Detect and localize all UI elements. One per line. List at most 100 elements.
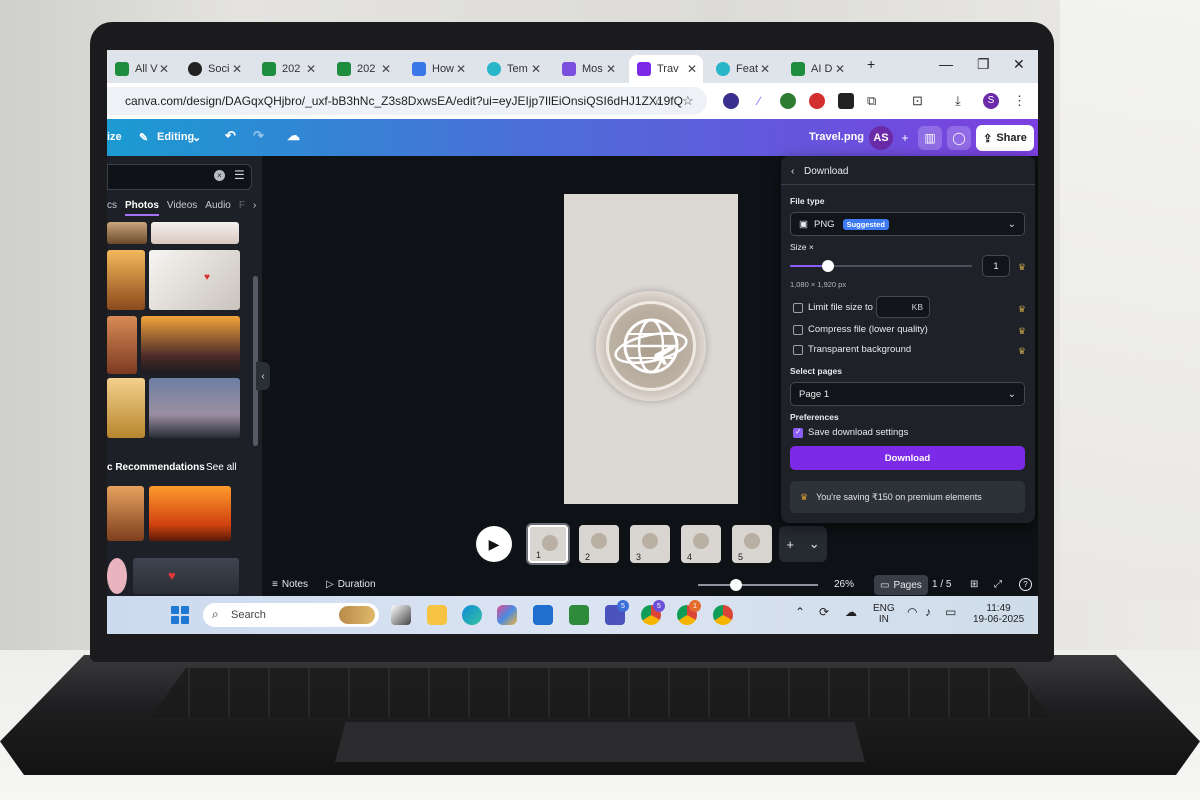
battery-icon[interactable]: ▭ <box>945 606 956 618</box>
help-button[interactable]: ? <box>1019 578 1032 591</box>
photo-thumbnail[interactable] <box>107 316 137 374</box>
extension-shield-icon[interactable] <box>723 93 739 109</box>
close-icon[interactable]: ✕ <box>232 62 242 76</box>
language-indicator[interactable]: ENG IN <box>873 603 895 625</box>
edge-icon[interactable] <box>462 605 482 625</box>
photo-thumbnail[interactable] <box>107 222 147 244</box>
travel-badge-graphic[interactable] <box>596 291 706 401</box>
photo-thumbnail-book[interactable]: ♥ <box>149 250 240 310</box>
pages-button[interactable]: ▭ Pages <box>874 575 928 595</box>
extensions-puzzle-icon[interactable]: ⧉ <box>867 93 883 109</box>
profile-avatar[interactable]: S <box>983 93 999 109</box>
browser-tab[interactable]: Mos ✕ <box>554 55 622 83</box>
close-icon[interactable]: ✕ <box>760 62 770 76</box>
share-button[interactable]: ⇪ Share <box>976 125 1034 151</box>
photo-thumbnail[interactable] <box>107 250 145 310</box>
resize-button[interactable]: ize <box>107 131 122 143</box>
tab-photos[interactable]: Photos <box>125 200 159 216</box>
tab-graphics[interactable]: cs <box>107 200 117 216</box>
limit-size-checkbox[interactable] <box>793 303 803 313</box>
add-collaborator-icon[interactable]: + <box>893 126 917 150</box>
zoom-slider-track[interactable] <box>698 584 818 586</box>
menu-kebab-icon[interactable]: ⋮ <box>1013 93 1029 109</box>
compress-checkbox[interactable] <box>793 325 803 335</box>
transparent-bg-checkbox[interactable] <box>793 345 803 355</box>
save-settings-checkbox[interactable]: ✓ <box>793 427 803 438</box>
back-chevron-icon[interactable]: ‹ <box>791 166 794 177</box>
insights-chart-icon[interactable]: ▥ <box>918 126 942 150</box>
clear-search-icon[interactable]: × <box>214 170 225 181</box>
extension-app-icon[interactable] <box>838 93 854 109</box>
page-thumbnail[interactable]: 5 <box>732 525 772 563</box>
close-icon[interactable]: ✕ <box>606 62 616 76</box>
grid-view-icon[interactable]: ⊞ <box>970 579 978 590</box>
browser-tab-active[interactable]: Trav ✕ <box>629 55 703 83</box>
file-size-limit-input[interactable]: KB <box>876 296 930 318</box>
zoom-percent[interactable]: 26% <box>834 579 854 590</box>
close-icon[interactable]: ✕ <box>687 62 697 76</box>
page-thumbnail[interactable]: 3 <box>630 525 670 563</box>
size-slider-knob[interactable] <box>822 260 834 272</box>
close-icon[interactable]: ✕ <box>306 62 316 76</box>
extension-pen-icon[interactable]: ∕ <box>751 93 767 109</box>
address-bar[interactable]: canva.com/design/DAGqxQHjbro/_uxf-bB3hNc… <box>107 87 707 115</box>
wifi-icon[interactable]: ◠ <box>907 606 917 618</box>
browser-tab[interactable]: Tem ✕ <box>479 55 547 83</box>
zoom-search-icon[interactable]: ⌕ <box>655 94 662 109</box>
browser-tab[interactable]: 202 ✕ <box>329 55 397 83</box>
clock[interactable]: 11:49 19-06-2025 <box>973 603 1024 625</box>
photo-thumbnail-sunset-couple[interactable] <box>149 486 231 541</box>
file-title[interactable]: Travel.png <box>809 131 864 143</box>
panel-scrollbar[interactable] <box>253 276 258 446</box>
extension-record-icon[interactable] <box>809 93 825 109</box>
page-thumbnail[interactable]: 2 <box>579 525 619 563</box>
page-thumbnail[interactable]: 1 <box>528 525 568 563</box>
photo-thumbnail[interactable] <box>107 486 144 541</box>
browser-tab[interactable]: Feat ✕ <box>708 55 776 83</box>
fullscreen-icon[interactable]: ⤢ <box>994 579 1002 590</box>
chrome-icon[interactable] <box>713 605 733 625</box>
task-view-icon[interactable] <box>391 605 411 625</box>
see-all-link[interactable]: See all <box>206 462 237 473</box>
tab-audio[interactable]: Audio <box>205 200 231 216</box>
close-icon[interactable]: ✕ <box>381 62 391 76</box>
cloud-icon[interactable]: ☁ <box>845 606 857 618</box>
photo-thumbnail-couple-dusk[interactable] <box>149 378 240 438</box>
design-canvas-page[interactable] <box>564 194 738 504</box>
browser-tab[interactable]: 202 ✕ <box>254 55 322 83</box>
close-icon[interactable]: ✕ <box>159 62 169 76</box>
browser-tab[interactable]: How ✕ <box>404 55 472 83</box>
photo-thumbnail[interactable] <box>107 378 145 438</box>
zoom-slider-knob[interactable] <box>730 579 742 591</box>
chevron-up-icon[interactable]: ⌃ <box>795 606 805 618</box>
screen-capture-icon[interactable]: ⊡ <box>912 93 928 109</box>
chevron-down-icon[interactable]: ⌄ <box>192 131 201 144</box>
browser-tab[interactable]: All V ✕ <box>107 55 175 83</box>
file-type-select[interactable]: ▣ PNG Suggested ⌄ <box>790 212 1025 236</box>
collapse-panel-button[interactable]: ‹ <box>256 362 270 390</box>
comment-icon[interactable]: ◯ <box>947 126 971 150</box>
new-tab-button[interactable]: + <box>867 56 875 72</box>
restore-icon[interactable]: ❐ <box>977 56 990 73</box>
store-icon[interactable] <box>533 605 553 625</box>
chevron-right-icon[interactable]: › <box>253 200 256 216</box>
close-icon[interactable]: ✕ <box>456 62 466 76</box>
filter-sliders-icon[interactable]: ☰ <box>234 168 245 182</box>
browser-tab[interactable]: AI D ✕ <box>783 55 851 83</box>
close-window-icon[interactable]: ✕ <box>1013 56 1025 73</box>
close-icon[interactable]: ✕ <box>835 62 845 76</box>
bookmark-star-icon[interactable]: ☆ <box>682 93 694 109</box>
close-icon[interactable]: ✕ <box>531 62 541 76</box>
add-page-button[interactable]: + ⌄ <box>779 526 827 562</box>
tab-videos[interactable]: Videos <box>167 200 197 216</box>
photo-thumbnail-red-heart[interactable]: ♥ <box>133 558 239 594</box>
photo-thumbnail[interactable] <box>107 558 127 594</box>
play-button[interactable]: ▶ <box>476 526 512 562</box>
minimize-icon[interactable]: — <box>939 56 953 72</box>
select-pages-dropdown[interactable]: Page 1 ⌄ <box>790 382 1025 406</box>
download-icon[interactable]: ⤓ <box>955 93 971 109</box>
download-button[interactable]: Download <box>790 446 1025 470</box>
browser-tab[interactable]: Soci ✕ <box>180 55 248 83</box>
volume-icon[interactable]: ♪ <box>925 606 931 618</box>
notes-button[interactable]: ≡ Notes <box>272 579 308 590</box>
